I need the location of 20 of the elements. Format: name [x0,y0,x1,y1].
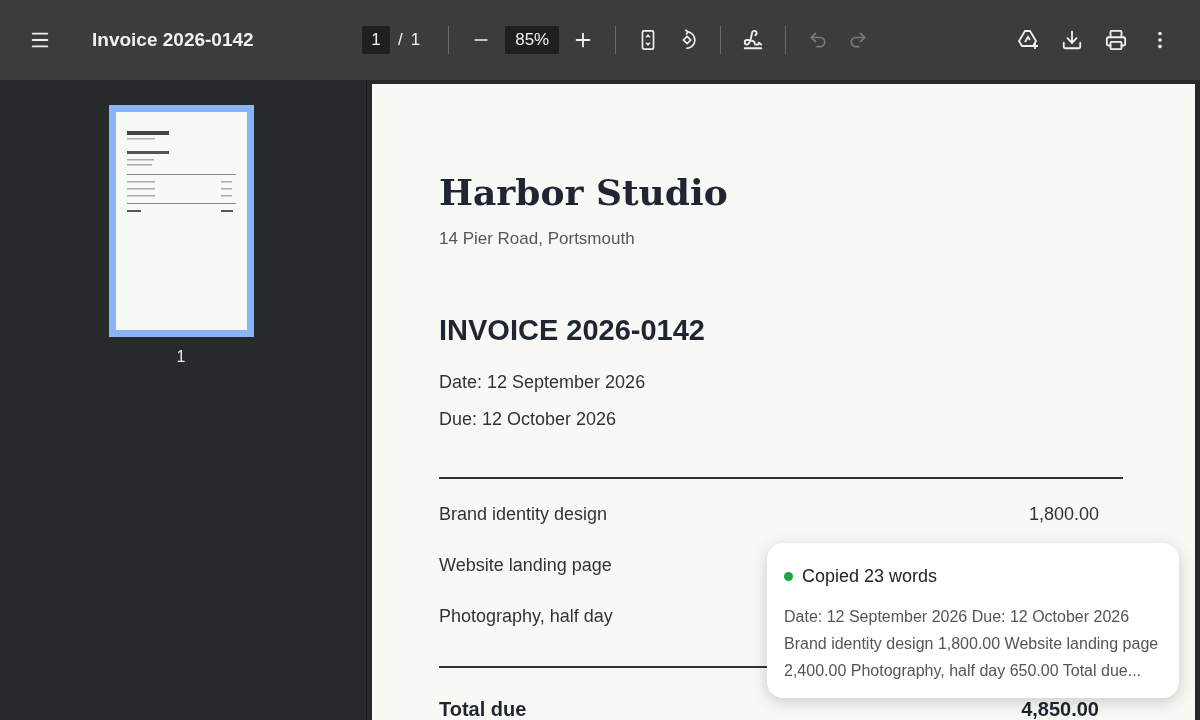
page-separator: / [398,29,403,52]
page-thumbnail[interactable] [108,105,254,337]
copied-text: Date: 12 September 2026 Due: 12 October 2026 Brand identity design 1,800.00 Website landing page 2,400.00 Photography, half day 650.00 Total due... [784,607,1160,681]
page-total: 1 [410,29,421,52]
thumbnail-page-number: 1 [176,347,186,367]
invoice-title: INVOICE 2026-0142 [439,315,706,345]
invoice-due-date: Due: 12 October 2026 [439,407,618,431]
page-number-field[interactable]: 1 [362,26,390,54]
toast-title: Copied 23 words [802,565,938,588]
total-amount: 4,850.00 [1021,696,1099,720]
line-item-description: Photography, half day [439,604,613,628]
line-item-description: Brand identity design [439,502,608,526]
total-label: Total due [439,696,527,720]
line-item-amount: 1,800.00 [1028,502,1099,526]
company-address: 14 Pier Road, Portsmouth [439,228,636,250]
line-item-description: Website landing page [439,553,612,577]
zoom-field[interactable]: 85% [505,26,560,54]
company-name: Harbor Studio [439,174,729,210]
invoice-date: Date: 12 September 2026 [439,370,647,394]
document-title: Invoice 2026-0142 [92,27,255,52]
